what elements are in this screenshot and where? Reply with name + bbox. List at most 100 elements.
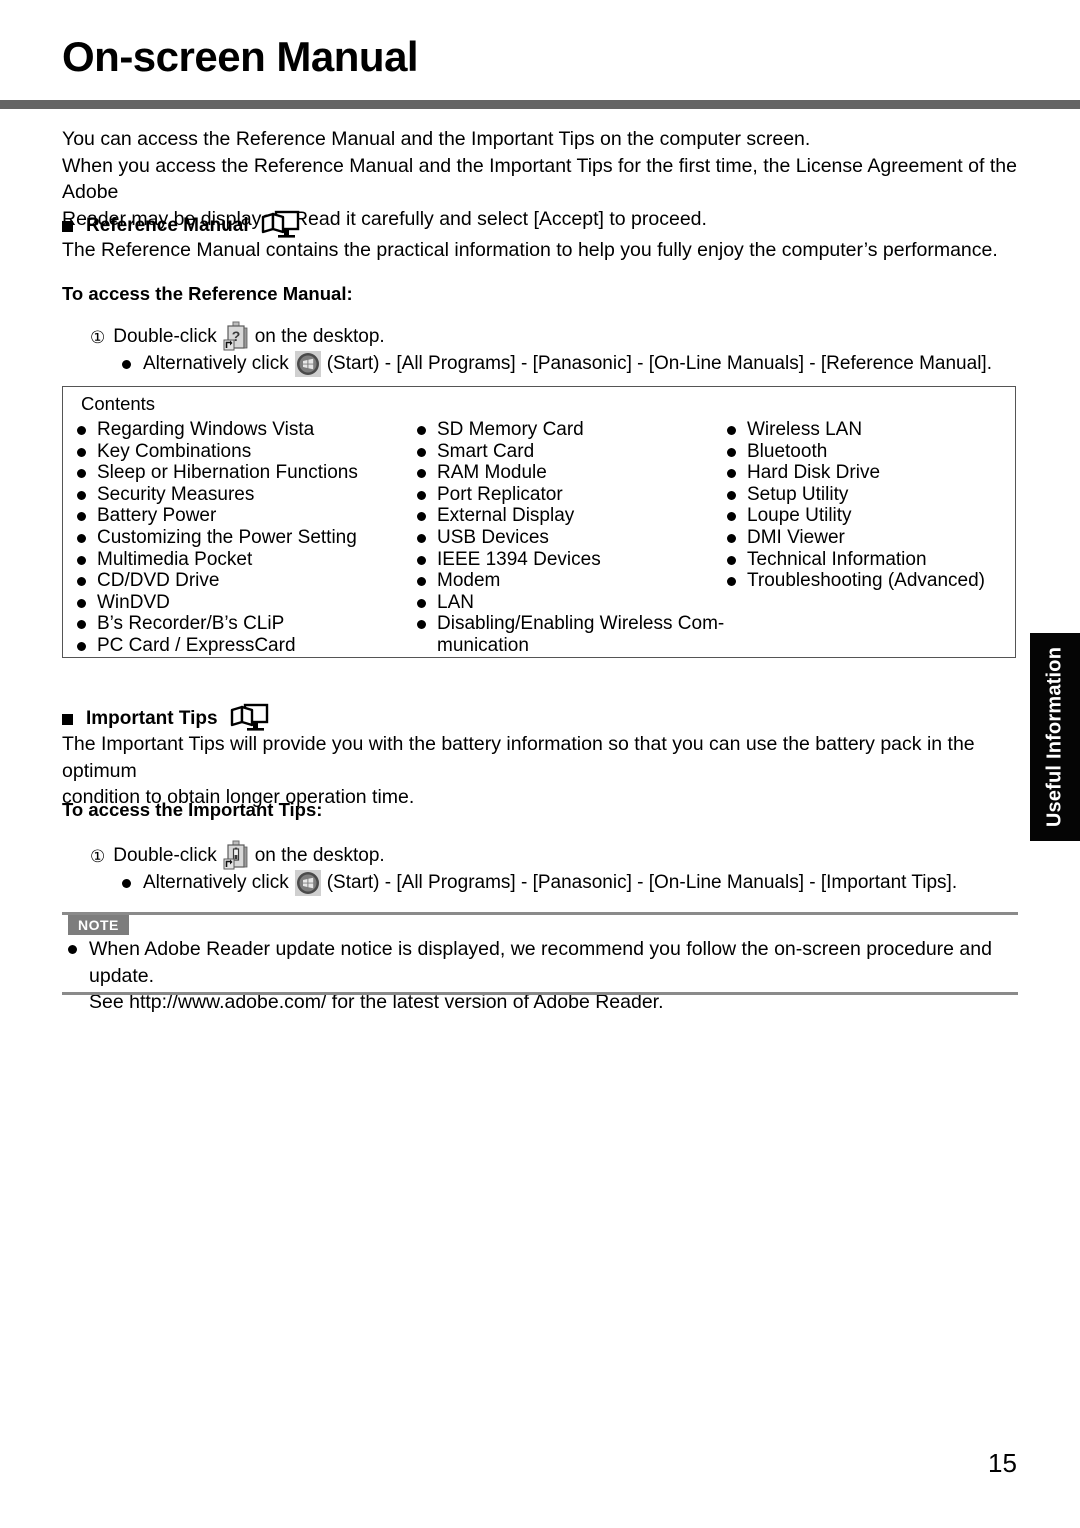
contents-item-label: Hard Disk Drive <box>747 462 881 484</box>
round-bullet-icon <box>77 620 86 630</box>
round-bullet-icon <box>417 469 426 479</box>
contents-item-label: Troubleshooting (Advanced) <box>747 570 985 592</box>
page-number: 15 <box>988 1448 1017 1478</box>
round-bullet-icon <box>122 359 131 369</box>
windows-start-orb-icon <box>294 870 321 896</box>
list-item: DMI Viewer <box>727 527 1027 549</box>
contents-box: Contents Regarding Windows Vista Key Com… <box>62 386 1016 658</box>
contents-item-label: RAM Module <box>437 462 547 484</box>
important-tips-heading-label: Important Tips <box>86 708 218 729</box>
round-bullet-icon <box>122 878 131 888</box>
round-bullet-icon <box>417 620 426 630</box>
step-number-1: ① <box>90 846 106 866</box>
list-item: Battery Power <box>77 505 407 527</box>
contents-item-label: USB Devices <box>437 526 549 548</box>
list-item: Port Replicator <box>417 484 717 506</box>
contents-item-label: Smart Card <box>437 440 535 462</box>
reference-manual-heading-label: Reference Manual <box>86 215 249 236</box>
step-number-1: ① <box>90 327 106 347</box>
note-divider-top <box>62 912 1018 915</box>
note-line-1: When Adobe Reader update notice is displ… <box>89 938 992 987</box>
round-bullet-icon <box>77 512 86 522</box>
reference-manual-alt-step: Alternatively click (Start) - [All Progr… <box>122 351 992 377</box>
round-bullet-icon <box>727 469 736 479</box>
list-item: WinDVD <box>77 592 407 614</box>
contents-item-label: Loupe Utility <box>747 505 852 527</box>
round-bullet-icon <box>727 512 736 522</box>
reference-manual-subheading: To access the Reference Manual: <box>62 283 353 304</box>
alt-prefix-text: Alternatively click <box>143 353 289 374</box>
step-prefix-text: Double-click <box>113 845 217 866</box>
list-item-continuation: munication <box>417 635 717 657</box>
contents-column-1: Regarding Windows Vista Key Combinations… <box>63 419 407 657</box>
alt-suffix-text: (Start) - [All Programs] - [Panasonic] -… <box>326 872 958 893</box>
square-bullet-icon <box>62 220 73 232</box>
round-bullet-icon <box>77 555 86 565</box>
contents-item-label: Customizing the Power Setting <box>97 526 357 548</box>
note-text: When Adobe Reader update notice is displ… <box>89 936 1018 1016</box>
list-item: Security Measures <box>77 484 407 506</box>
list-item: Multimedia Pocket <box>77 549 407 571</box>
contents-label: Contents <box>81 393 156 414</box>
important-tips-desktop-shortcut-icon <box>223 840 249 872</box>
round-bullet-icon <box>77 533 86 543</box>
side-tab-label: Useful Information <box>1043 646 1066 828</box>
important-tips-subheading: To access the Important Tips: <box>62 799 323 820</box>
reference-manual-description: The Reference Manual contains the practi… <box>62 239 998 261</box>
contents-item-label: IEEE 1394 Devices <box>437 548 601 570</box>
round-bullet-icon <box>417 598 426 608</box>
contents-item-label: Battery Power <box>97 505 217 527</box>
contents-item-label: PC Card / ExpressCard <box>97 634 296 656</box>
list-item: PC Card / ExpressCard <box>77 635 407 657</box>
list-item: Troubleshooting (Advanced) <box>727 570 1027 592</box>
contents-item-label: Disabling/Enabling Wireless Com- <box>437 613 725 635</box>
list-item: Modem <box>417 570 717 592</box>
contents-columns: Regarding Windows Vista Key Combinations… <box>63 419 1015 657</box>
side-tab-useful-information: Useful Information <box>1030 633 1080 841</box>
contents-item-label: DMI Viewer <box>747 526 845 548</box>
contents-item-label: SD Memory Card <box>437 419 584 440</box>
alt-prefix-text: Alternatively click <box>143 872 289 893</box>
list-item: Setup Utility <box>727 484 1027 506</box>
contents-column-2: SD Memory Card Smart Card RAM Module Por… <box>407 419 724 657</box>
list-item: Customizing the Power Setting <box>77 527 407 549</box>
list-item: External Display <box>417 505 717 527</box>
contents-item-label: Multimedia Pocket <box>97 548 253 570</box>
title-divider <box>0 100 1080 109</box>
list-item: RAM Module <box>417 462 717 484</box>
contents-item-label: Sleep or Hibernation Functions <box>97 462 358 484</box>
alt-suffix-text: (Start) - [All Programs] - [Panasonic] -… <box>326 353 992 374</box>
list-item: Technical Information <box>727 549 1027 571</box>
list-item: CD/DVD Drive <box>77 570 407 592</box>
important-tips-step-1: ① Double-click on the desktop. <box>90 840 385 872</box>
round-bullet-icon <box>417 577 426 587</box>
important-tips-alt-step: Alternatively click (Start) - [All Progr… <box>122 870 957 896</box>
round-bullet-icon <box>727 533 736 543</box>
round-bullet-icon <box>77 447 86 457</box>
list-item: SD Memory Card <box>417 419 717 441</box>
intro-line-1: You can access the Reference Manual and … <box>62 128 811 150</box>
windows-start-orb-icon <box>294 351 321 377</box>
list-item: Key Combinations <box>77 441 407 463</box>
page-title: On-screen Manual <box>62 33 419 80</box>
round-bullet-icon <box>417 426 426 435</box>
list-item: B’s Recorder/B’s CLiP <box>77 613 407 635</box>
round-bullet-icon <box>727 426 736 435</box>
round-bullet-icon <box>417 555 426 565</box>
round-bullet-icon <box>417 447 426 457</box>
manual-page: On-screen Manual You can access the Refe… <box>0 0 1080 1528</box>
round-bullet-icon <box>77 426 86 435</box>
round-bullet-icon <box>727 447 736 457</box>
intro-line-2: When you access the Reference Manual and… <box>62 154 1017 204</box>
reference-manual-step-1: ① Double-click ? on the desktop. <box>90 321 385 353</box>
list-item: Smart Card <box>417 441 717 463</box>
important-tips-description-line-1: The Important Tips will provide you with… <box>62 733 975 782</box>
contents-item-label: B’s Recorder/B’s CLiP <box>97 613 285 635</box>
round-bullet-icon <box>68 945 77 954</box>
contents-column-3: Wireless LAN Bluetooth Hard Disk Drive S… <box>717 419 1027 657</box>
list-item: Loupe Utility <box>727 505 1027 527</box>
round-bullet-icon <box>417 512 426 522</box>
contents-item-label: Bluetooth <box>747 440 828 462</box>
list-item: Regarding Windows Vista <box>77 419 407 441</box>
note-body: When Adobe Reader update notice is displ… <box>68 936 1018 1016</box>
